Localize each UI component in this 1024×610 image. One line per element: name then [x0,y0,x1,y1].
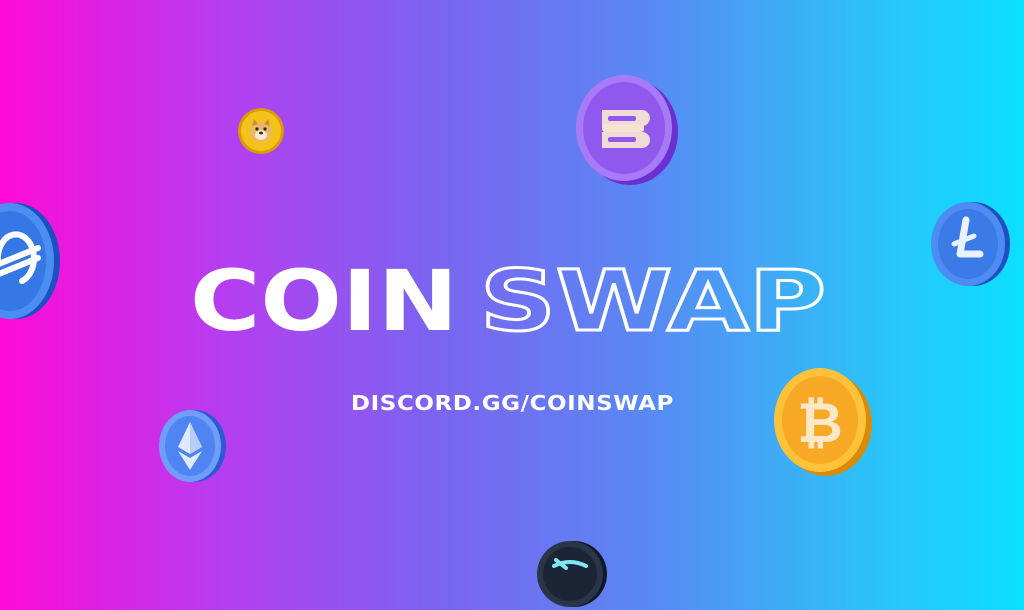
title-solid-word: COIN [190,252,458,350]
dogecoin-icon [236,106,286,156]
litecoin-icon [924,196,1014,292]
title-outline-word: SWAP [480,252,826,350]
discord-invite-text: DISCORD.GG/COINSWAP [350,391,674,415]
ethereum-icon [154,406,228,486]
svg-text:₿: ₿ [797,391,843,456]
stellar-coin-icon [0,198,64,324]
dash-coin-icon [572,70,682,188]
bitcoin-icon: ₿ [766,364,878,480]
swap-coin-icon [536,538,608,610]
discord-invite-link[interactable]: DISCORD.GG/COINSWAP [330,388,694,418]
brand-title: COIN SWAP [190,251,830,352]
